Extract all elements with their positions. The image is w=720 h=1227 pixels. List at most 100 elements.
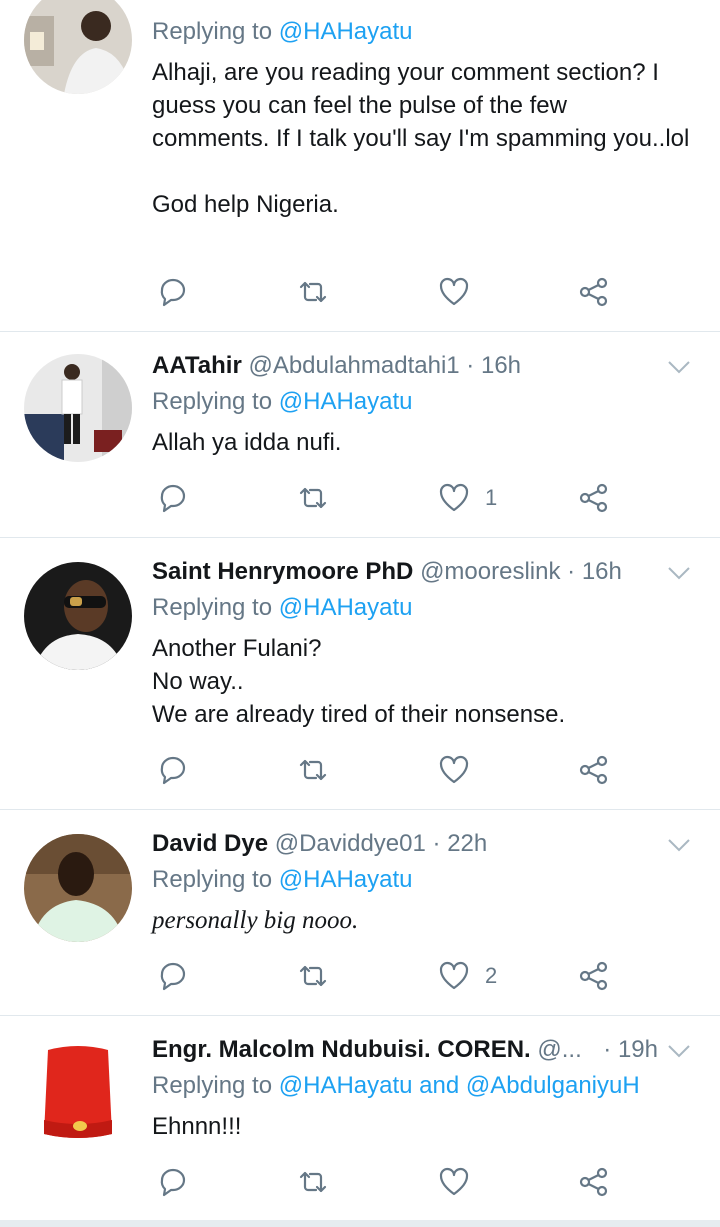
tweet-header: David Dye @Daviddye01 · 22h [152,828,660,860]
user-handle[interactable]: @... [537,1036,581,1063]
mention-link[interactable]: @HAHayatu [279,388,413,415]
share-icon [579,483,608,513]
chevron-down-icon[interactable] [666,354,692,380]
timestamp[interactable]: 16h [582,558,622,585]
mention-link[interactable]: @HAHayatu [279,594,413,621]
mention-link[interactable]: @HAHayatu [279,18,413,45]
retweet-icon [299,1171,327,1193]
tweet-actions [0,272,720,312]
display-name[interactable]: David Dye [152,830,268,857]
timestamp[interactable]: 19h [618,1036,658,1063]
replying-to: Replying to @HAHayatu [152,592,413,624]
tweet-header: Engr. Malcolm Ndubuisi. COREN. @... [152,1034,610,1066]
tweet-text: personally big nooo. [152,907,359,934]
display-name[interactable]: Engr. Malcolm Ndubuisi. COREN. [152,1036,531,1063]
retweet-button[interactable] [296,1162,330,1202]
retweet-button[interactable] [296,478,330,518]
tweet-actions [0,750,720,790]
share-icon [579,961,608,991]
share-button[interactable] [577,1162,611,1202]
user-handle[interactable]: @Abdulahmadtahi1 [248,352,459,379]
share-icon [579,755,608,785]
retweet-button[interactable] [296,272,330,312]
share-button[interactable] [577,750,611,790]
retweet-button[interactable] [296,750,330,790]
replying-to: Replying to @HAHayatu [152,864,413,896]
reply-button[interactable] [156,478,190,518]
tweet-card[interactable]: AATahir @Abdulahmadtahi1 · 16h Replying … [0,332,720,538]
mention-link[interactable]: @HAHayatu and @AbdulganiyuH [279,1072,640,1099]
user-handle[interactable]: @Daviddye01 [275,830,426,857]
reply-icon [160,1168,186,1197]
replying-to-label: Replying to [152,594,273,621]
replying-to: Replying to @HAHayatu [152,386,413,418]
timestamp[interactable]: 22h [447,830,487,857]
avatar[interactable] [24,834,132,942]
reply-icon [160,278,186,307]
chevron-down-icon[interactable] [666,832,692,858]
reply-button[interactable] [156,1162,190,1202]
avatar[interactable] [24,0,132,94]
like-icon [439,755,469,784]
tweet-text: Ehnnn!!! [152,1113,242,1140]
replying-to: Replying to @HAHayatu [152,16,413,48]
retweet-icon [299,759,327,781]
avatar[interactable] [24,1036,132,1144]
tweet-text: Allah ya idda nufi. [152,429,342,456]
reply-button[interactable] [156,750,190,790]
tweet-card[interactable]: David Dye @Daviddye01 · 22h Replying to … [0,810,720,1016]
tweet-header: AATahir @Abdulahmadtahi1 · 16h [152,350,660,382]
timestamp[interactable]: 16h [481,352,521,379]
avatar[interactable] [24,354,132,462]
like-button[interactable] [437,1162,485,1202]
like-count: 1 [485,485,498,510]
share-button[interactable] [577,956,611,996]
reply-button[interactable] [156,956,190,996]
like-button[interactable] [437,272,485,312]
reply-button[interactable] [156,272,190,312]
user-handle[interactable]: @mooreslink [420,558,560,585]
tweet-time-group: · 19h [603,1034,658,1066]
like-button[interactable] [437,750,485,790]
replying-to-label: Replying to [152,866,273,893]
replying-to-label: Replying to [152,1072,273,1099]
tweet-card[interactable]: Replying to @HAHayatu Alhaji, are you re… [0,0,720,332]
like-count: 2 [485,963,498,988]
display-name[interactable]: AATahir [152,352,242,379]
bottom-divider [0,1220,720,1227]
chevron-down-icon[interactable] [666,560,692,586]
like-icon [439,1167,469,1196]
mention-link[interactable]: @HAHayatu [279,866,413,893]
chevron-down-icon[interactable] [666,1038,692,1064]
replying-to-label: Replying to [152,388,273,415]
reply-icon [160,962,186,991]
retweet-icon [299,281,327,303]
separator: · [432,830,441,857]
replying-to: Replying to @HAHayatu and @AbdulganiyuH [152,1070,640,1102]
retweet-icon [299,965,327,987]
separator: · [603,1036,612,1063]
like-button[interactable]: 2 [437,956,497,996]
tweet-text: Another Fulani? No way.. We are already … [152,635,566,728]
like-icon [439,277,469,306]
share-button[interactable] [577,478,611,518]
avatar[interactable] [24,562,132,670]
share-icon [579,277,608,307]
like-button[interactable]: 1 [437,478,497,518]
like-icon [439,961,469,990]
tweet-card[interactable]: Saint Henrymoore PhD @mooreslink · 16h R… [0,538,720,810]
reply-icon [160,484,186,513]
tweet-actions: 2 [0,956,720,996]
separator: · [466,352,475,379]
share-button[interactable] [577,272,611,312]
like-icon [439,483,469,512]
retweet-button[interactable] [296,956,330,996]
tweet-actions [0,1162,720,1202]
replying-to-label: Replying to [152,18,273,45]
separator: · [567,558,576,585]
display-name[interactable]: Saint Henrymoore PhD [152,558,413,585]
reply-icon [160,756,186,785]
tweet-card[interactable]: Engr. Malcolm Ndubuisi. COREN. @... · 19… [0,1016,720,1220]
tweet-actions: 1 [0,478,720,518]
retweet-icon [299,487,327,509]
